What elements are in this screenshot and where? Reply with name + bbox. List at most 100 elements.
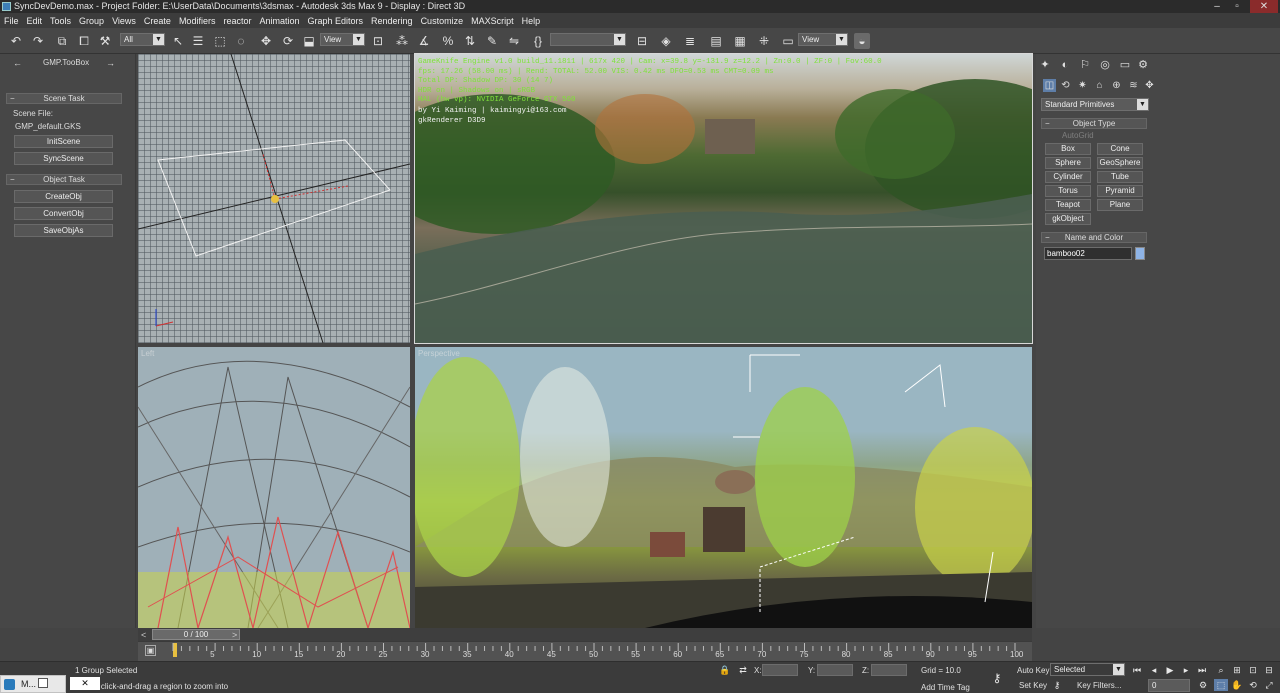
key-mode-dropdown[interactable]: Selected ▼ — [1050, 663, 1125, 676]
shapes-icon[interactable]: ⟲ — [1059, 79, 1072, 92]
viewport-left[interactable]: Left — [138, 347, 410, 628]
close-icon[interactable]: ✕ — [1250, 0, 1278, 13]
hierarchy-tab-icon[interactable]: ⚐ — [1078, 58, 1092, 72]
time-slider[interactable]: < 0 / 100 > — [138, 628, 1032, 641]
select-by-name-icon[interactable]: ☰ — [190, 33, 206, 49]
mirror-icon[interactable]: ⇋ — [506, 33, 522, 49]
render-frame-icon[interactable]: ▭ — [780, 33, 796, 49]
selection-filter-dropdown[interactable]: All ▼ — [120, 33, 165, 46]
unlink-icon[interactable]: ⧠ — [76, 33, 92, 49]
redo-icon[interactable]: ↷ — [30, 33, 46, 49]
play-icon[interactable]: ▶ — [1163, 664, 1177, 676]
zoom-icon[interactable]: ⌕ — [1214, 664, 1228, 676]
torus-button[interactable]: Torus — [1045, 185, 1091, 197]
render-type-dropdown[interactable]: View ▼ — [798, 33, 848, 46]
quick-render-icon[interactable]: ◒ — [854, 33, 870, 49]
object-task-header[interactable]: − Object Task — [6, 174, 122, 185]
cameras-icon[interactable]: ⌂ — [1093, 79, 1106, 92]
render-setup-icon[interactable]: ⁜ — [756, 33, 772, 49]
angle-snap-icon[interactable]: ∡ — [416, 33, 432, 49]
auto-key-button[interactable]: Auto Key — [1017, 666, 1049, 675]
sync-scene-button[interactable]: SyncScene — [14, 152, 113, 165]
utilities-tab-icon[interactable]: ⚙ — [1136, 58, 1150, 72]
teapot-button[interactable]: Teapot — [1045, 199, 1091, 211]
zoom-extents-all-icon[interactable]: ⊟ — [1262, 664, 1276, 676]
bind-space-warp-icon[interactable]: ⚒ — [97, 33, 113, 49]
menu-help[interactable]: Help — [522, 16, 541, 26]
reference-coordinate-dropdown[interactable]: View ▼ — [320, 33, 365, 46]
rectangular-selection-icon[interactable]: ⬚ — [212, 33, 228, 49]
pan-icon[interactable]: ✋ — [1230, 679, 1244, 691]
material-editor-icon[interactable]: ▦ — [732, 33, 748, 49]
time-configuration-icon[interactable]: ⚙ — [1196, 679, 1210, 691]
cone-button[interactable]: Cone — [1097, 143, 1143, 155]
curve-editor-icon[interactable]: ≣ — [682, 33, 698, 49]
menu-customize[interactable]: Customize — [421, 16, 464, 26]
menu-maxscript[interactable]: MAXScript — [471, 16, 514, 26]
menu-group[interactable]: Group — [79, 16, 104, 26]
lights-icon[interactable]: ✷ — [1076, 79, 1089, 92]
move-icon[interactable]: ✥ — [258, 33, 274, 49]
viewport-game-render[interactable]: GameKnife Engine v1.0 build_11.1811 | 61… — [414, 53, 1033, 344]
maximize-viewport-icon[interactable]: ⤢ — [1262, 679, 1276, 691]
menu-animation[interactable]: Animation — [259, 16, 299, 26]
key-mode-icon[interactable]: ⚷ — [990, 672, 1004, 684]
cylinder-button[interactable]: Cylinder — [1045, 171, 1091, 183]
next-frame-icon[interactable]: ▸ — [1179, 664, 1193, 676]
close-icon[interactable]: ✕ — [70, 677, 100, 690]
menu-views[interactable]: Views — [112, 16, 136, 26]
align-icon[interactable]: ⊟ — [634, 33, 650, 49]
menu-graph-editors[interactable]: Graph Editors — [308, 16, 364, 26]
select-link-icon[interactable]: ⧉ — [54, 33, 70, 49]
key-filters-button[interactable]: Key Filters... — [1077, 681, 1121, 690]
menu-reactor[interactable]: reactor — [223, 16, 251, 26]
name-and-color-header[interactable]: − Name and Color — [1041, 232, 1147, 243]
z-coordinate-input[interactable] — [871, 664, 907, 676]
go-to-start-icon[interactable]: ⏮ — [1130, 664, 1144, 676]
menu-file[interactable]: File — [4, 16, 19, 26]
autogrid-checkbox[interactable]: AutoGrid — [1062, 131, 1094, 140]
save-obj-as-button[interactable]: SaveObjAs — [14, 224, 113, 237]
time-slider-thumb[interactable]: 0 / 100 — [152, 629, 240, 640]
window-crossing-icon[interactable]: ◌ — [233, 33, 249, 49]
listener-window-icon[interactable] — [38, 678, 48, 688]
menu-edit[interactable]: Edit — [27, 16, 43, 26]
geosphere-button[interactable]: GeoSphere — [1097, 157, 1143, 169]
box-button[interactable]: Box — [1045, 143, 1091, 155]
menu-tools[interactable]: Tools — [50, 16, 71, 26]
motion-tab-icon[interactable]: ◎ — [1098, 58, 1112, 72]
helpers-icon[interactable]: ⊕ — [1110, 79, 1123, 92]
menu-rendering[interactable]: Rendering — [371, 16, 413, 26]
time-slider-prev-icon[interactable]: < — [141, 630, 146, 640]
menu-create[interactable]: Create — [144, 16, 171, 26]
plane-button[interactable]: Plane — [1097, 199, 1143, 211]
minimize-icon[interactable]: – — [1208, 0, 1226, 13]
display-tab-icon[interactable]: ▭ — [1118, 58, 1132, 72]
create-obj-button[interactable]: CreateObj — [14, 190, 113, 203]
lock-selection-icon[interactable]: 🔒 — [718, 664, 732, 676]
current-frame-spinner[interactable]: 0 — [1148, 679, 1190, 692]
modify-tab-icon[interactable]: ◐ — [1058, 58, 1072, 72]
region-zoom-icon[interactable]: ⬚ — [1214, 679, 1228, 691]
zoom-all-icon[interactable]: ⊞ — [1230, 664, 1244, 676]
scale-icon[interactable]: ⬓ — [301, 33, 317, 49]
tube-button[interactable]: Tube — [1097, 171, 1143, 183]
pivot-center-icon[interactable]: ⊡ — [370, 33, 386, 49]
viewport-perspective[interactable]: Perspective — [415, 347, 1032, 628]
absolute-mode-icon[interactable]: ⇄ — [736, 664, 750, 676]
undo-icon[interactable]: ↶ — [8, 33, 24, 49]
snap-toggle-icon[interactable]: ⁂ — [394, 33, 410, 49]
schematic-view-icon[interactable]: ▤ — [708, 33, 724, 49]
menu-modifiers[interactable]: Modifiers — [179, 16, 216, 26]
zoom-extents-icon[interactable]: ⊡ — [1246, 664, 1260, 676]
viewport-top[interactable] — [138, 54, 410, 343]
arc-rotate-icon[interactable]: ⟲ — [1246, 679, 1260, 691]
toolbox-next-button[interactable]: → — [106, 58, 115, 68]
maxscript-mini-listener[interactable]: M... — [0, 675, 66, 693]
object-color-swatch[interactable] — [1135, 247, 1145, 260]
time-slider-next-icon[interactable]: > — [232, 630, 237, 640]
space-warps-icon[interactable]: ≋ — [1127, 79, 1140, 92]
x-coordinate-input[interactable] — [762, 664, 798, 676]
sphere-button[interactable]: Sphere — [1045, 157, 1091, 169]
scene-task-header[interactable]: − Scene Task — [6, 93, 122, 104]
